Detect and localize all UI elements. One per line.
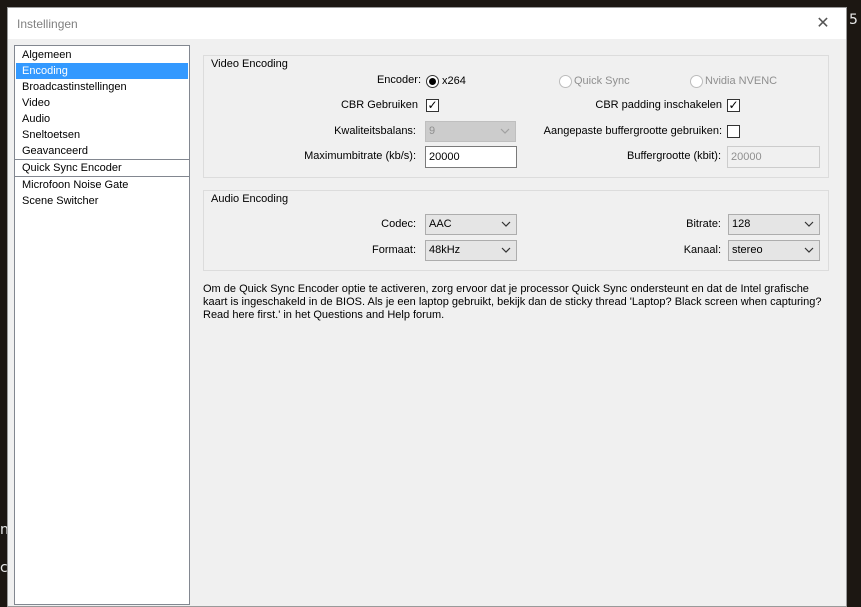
sidebar-item-encoding[interactable]: Encoding xyxy=(16,63,188,79)
encoder-x264-label[interactable]: x264 xyxy=(442,75,466,87)
sidebar-item-geavanceerd[interactable]: Geavanceerd xyxy=(16,143,188,159)
codec-value: AAC xyxy=(429,218,452,230)
sidebar-item-quick-sync-encoder[interactable]: Quick Sync Encoder xyxy=(16,160,188,176)
encoding-panel: Video Encoding Encoder: x264 Quick Sync … xyxy=(197,45,843,605)
codec-label: Codec: xyxy=(381,218,416,230)
encoder-label: Encoder: xyxy=(376,74,421,86)
quick-sync-info-text: Om de Quick Sync Encoder optie te active… xyxy=(203,283,822,321)
format-label: Formaat: xyxy=(371,244,416,256)
quality-balance-select[interactable]: 9 xyxy=(425,121,516,142)
quality-balance-label: Kwaliteitsbalans: xyxy=(334,125,416,137)
cbr-padding-checkbox[interactable]: ✓ xyxy=(727,99,740,112)
chevron-down-icon xyxy=(500,128,510,134)
settings-sidebar: Algemeen Encoding Broadcastinstellingen … xyxy=(14,45,190,605)
sidebar-item-algemeen[interactable]: Algemeen xyxy=(16,47,188,63)
cbr-label: CBR Gebruiken xyxy=(340,99,418,111)
close-icon[interactable]: ✕ xyxy=(800,8,846,39)
backdrop-glyph: 5 xyxy=(849,12,858,28)
encoder-nvenc-label[interactable]: Nvidia NVENC xyxy=(705,75,777,87)
codec-select[interactable]: AAC xyxy=(425,214,517,235)
chevron-down-icon xyxy=(804,221,814,227)
sidebar-item-scene-switcher[interactable]: Scene Switcher xyxy=(16,193,188,209)
audio-encoding-title: Audio Encoding xyxy=(211,193,289,205)
title-bar: Instellingen ✕ xyxy=(8,8,846,39)
format-value: 48kHz xyxy=(429,244,461,256)
encoder-x264-radio[interactable] xyxy=(426,75,439,88)
chevron-down-icon xyxy=(501,221,511,227)
sidebar-item-microfoon-noise-gate[interactable]: Microfoon Noise Gate xyxy=(16,177,188,193)
encoder-quick-sync-label[interactable]: Quick Sync xyxy=(574,75,630,87)
cbr-padding-label: CBR padding inschakelen xyxy=(595,99,722,111)
encoder-nvenc-radio[interactable] xyxy=(690,75,703,88)
video-encoding-group: Video Encoding Encoder: x264 Quick Sync … xyxy=(203,55,829,178)
custom-buffer-checkbox[interactable] xyxy=(727,125,740,138)
chevron-down-icon xyxy=(804,247,814,253)
encoder-quick-sync-radio[interactable] xyxy=(559,75,572,88)
window-title: Instellingen xyxy=(17,17,78,31)
video-encoding-title: Video Encoding xyxy=(211,58,288,70)
channel-select[interactable]: stereo xyxy=(728,240,820,261)
format-select[interactable]: 48kHz xyxy=(425,240,517,261)
channel-label: Kanaal: xyxy=(683,244,721,256)
settings-dialog: Instellingen ✕ Algemeen Encoding Broadca… xyxy=(7,7,847,607)
cbr-checkbox[interactable]: ✓ xyxy=(426,99,439,112)
buffer-size-input[interactable]: 20000 xyxy=(727,146,820,168)
sidebar-item-video[interactable]: Video xyxy=(16,95,188,111)
bitrate-select[interactable]: 128 xyxy=(728,214,820,235)
max-bitrate-label: Maximumbitrate (kb/s): xyxy=(304,150,416,162)
sidebar-item-audio[interactable]: Audio xyxy=(16,111,188,127)
sidebar-item-broadcastinstellingen[interactable]: Broadcastinstellingen xyxy=(16,79,188,95)
quality-balance-value: 9 xyxy=(429,125,436,137)
max-bitrate-input[interactable]: 20000 xyxy=(425,146,517,168)
bitrate-label: Bitrate: xyxy=(686,218,721,230)
sidebar-item-sneltoetsen[interactable]: Sneltoetsen xyxy=(16,127,188,143)
custom-buffer-label: Aangepaste buffergrootte gebruiken: xyxy=(543,125,722,137)
audio-encoding-group: Audio Encoding Codec: AAC Bitrate: 128 F… xyxy=(203,190,829,271)
chevron-down-icon xyxy=(501,247,511,253)
buffer-size-label: Buffergrootte (kbit): xyxy=(627,150,721,162)
bitrate-value: 128 xyxy=(732,218,751,230)
channel-value: stereo xyxy=(732,244,763,256)
